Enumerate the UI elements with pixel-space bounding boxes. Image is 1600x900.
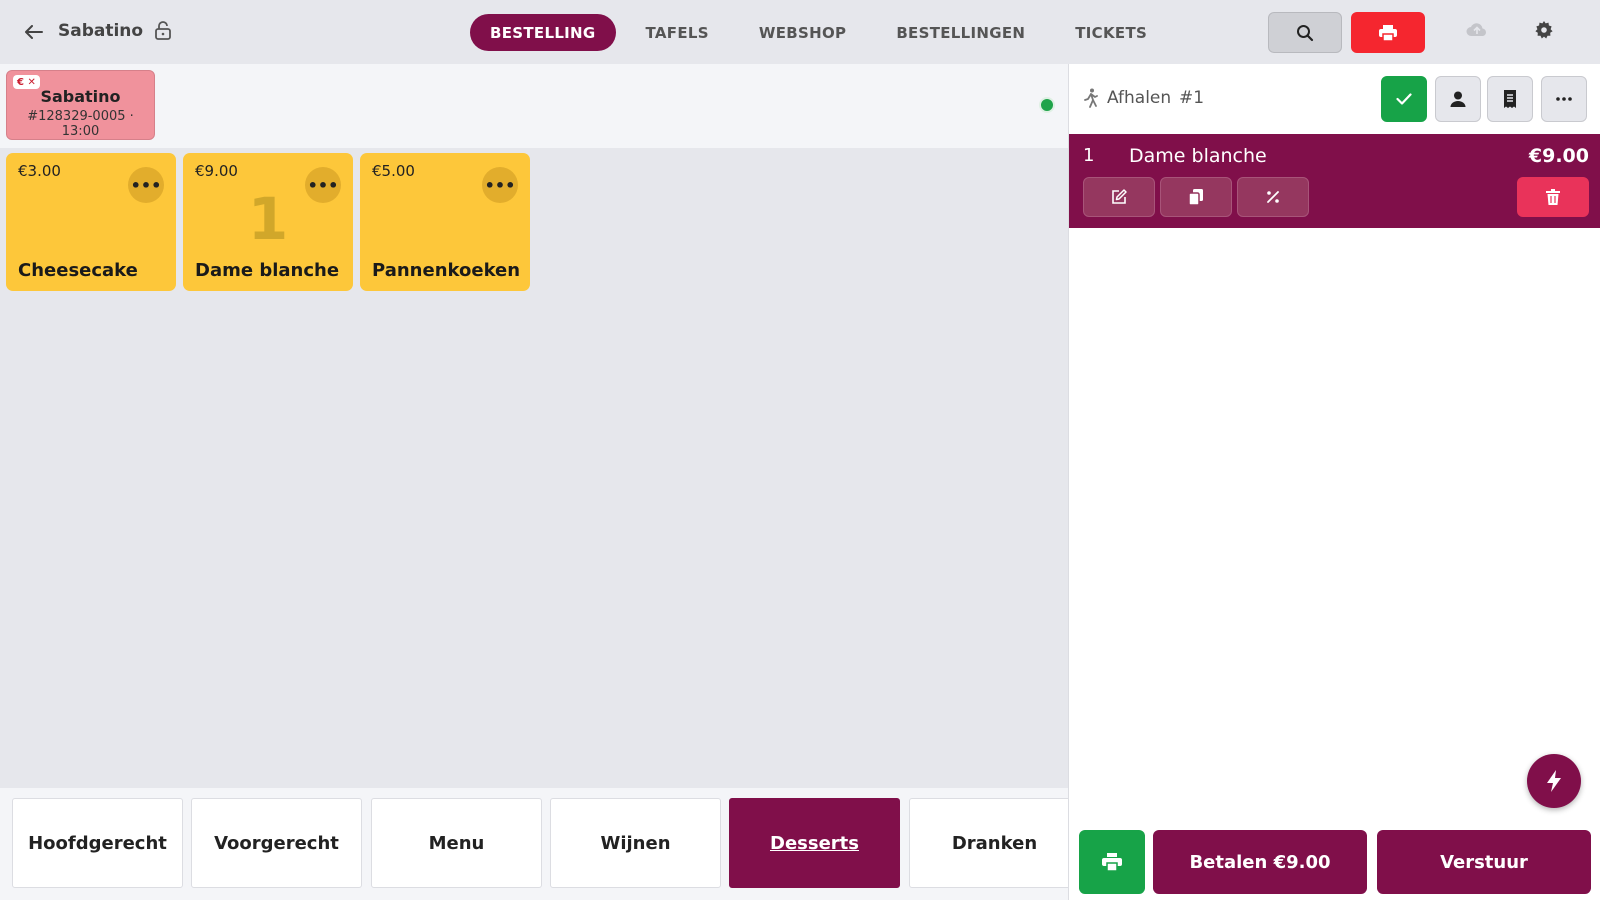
category-wijnen[interactable]: Wijnen: [550, 798, 721, 888]
more-dots-icon: [1556, 97, 1572, 101]
category-hoofdgerecht[interactable]: Hoofdgerecht: [12, 798, 183, 888]
product-name: Cheesecake: [18, 260, 138, 281]
tab-tafels[interactable]: TAFELS: [626, 14, 729, 51]
more-button[interactable]: [1541, 76, 1587, 122]
product-tile[interactable]: €9.00 ••• 1 Dame blanche: [183, 153, 353, 291]
send-button[interactable]: Verstuur: [1377, 830, 1591, 894]
order-card[interactable]: € ✕ Sabatino #128329-0005 · 13:00: [6, 70, 155, 140]
tab-bestelling[interactable]: BESTELLING: [470, 14, 616, 51]
product-grid: €3.00 ••• Cheesecake €9.00 ••• 1 Dame bl…: [0, 148, 1068, 788]
lock-icon[interactable]: [154, 21, 176, 43]
product-price: €5.00: [372, 162, 415, 180]
category-desserts[interactable]: Desserts: [729, 798, 900, 888]
customer-button[interactable]: [1435, 76, 1481, 122]
takeaway-walking-icon: [1083, 88, 1101, 110]
cloud-upload-icon[interactable]: [1466, 21, 1492, 43]
percent-icon: [1266, 190, 1280, 204]
main-nav: BESTELLING TAFELS WEBSHOP BESTELLINGEN T…: [470, 14, 1177, 51]
category-menu[interactable]: Menu: [371, 798, 542, 888]
edit-icon: [1111, 189, 1127, 205]
check-icon: [1396, 93, 1412, 105]
product-name: Pannenkoeken: [372, 260, 521, 281]
product-tile[interactable]: €3.00 ••• Cheesecake: [6, 153, 176, 291]
category-bar: Hoofdgerecht Voorgerecht Menu Wijnen Des…: [0, 788, 1068, 900]
receipt-icon: [1503, 90, 1517, 108]
order-number: #1: [1179, 88, 1205, 108]
order-line[interactable]: 1 Dame blanche €9.00: [1069, 134, 1600, 228]
order-card-name: Sabatino: [40, 87, 121, 106]
search-button[interactable]: [1268, 12, 1342, 53]
order-panel-header: Afhalen #1: [1069, 64, 1600, 134]
top-bar: Sabatino BESTELLING TAFELS WEBSHOP BESTE…: [0, 0, 1600, 64]
confirm-button[interactable]: [1381, 76, 1427, 122]
printer-icon: [1102, 853, 1122, 871]
order-type[interactable]: Afhalen: [1107, 88, 1171, 108]
user-icon: [1450, 91, 1466, 107]
tab-webshop[interactable]: WEBSHOP: [739, 14, 866, 51]
print-receipt-button[interactable]: [1079, 830, 1145, 894]
more-options-icon[interactable]: •••: [128, 167, 164, 203]
print-button[interactable]: [1351, 12, 1425, 53]
printer-icon: [1379, 24, 1397, 41]
category-voorgerecht[interactable]: Voorgerecht: [191, 798, 362, 888]
delete-line-button[interactable]: [1517, 177, 1589, 217]
online-status-dot: [1039, 97, 1055, 113]
copy-icon: [1189, 189, 1203, 205]
tab-tickets[interactable]: TICKETS: [1055, 14, 1167, 51]
lightning-icon: [1546, 770, 1562, 792]
gear-icon[interactable]: [1535, 21, 1557, 43]
discount-line-button[interactable]: [1237, 177, 1309, 217]
product-tile[interactable]: €5.00 ••• Pannenkoeken: [360, 153, 530, 291]
edit-line-button[interactable]: [1083, 177, 1155, 217]
line-price: €9.00: [1528, 145, 1589, 167]
order-card-meta: #128329-0005 · 13:00: [27, 109, 134, 139]
order-panel: Afhalen #1 1 Dame blanche €9.00 Betalen …: [1068, 64, 1600, 900]
open-orders-strip: € ✕ Sabatino #128329-0005 · 13:00: [0, 64, 1068, 148]
search-icon: [1296, 24, 1314, 42]
restaurant-title: Sabatino: [58, 21, 144, 41]
category-dranken[interactable]: Dranken: [909, 798, 1068, 888]
tab-bestellingen[interactable]: BESTELLINGEN: [876, 14, 1045, 51]
back-arrow-icon[interactable]: [22, 20, 46, 44]
more-options-icon[interactable]: •••: [482, 167, 518, 203]
quick-action-button[interactable]: [1527, 754, 1581, 808]
product-price: €9.00: [195, 162, 238, 180]
product-quantity: 1: [247, 185, 289, 253]
duplicate-line-button[interactable]: [1160, 177, 1232, 217]
product-price: €3.00: [18, 162, 61, 180]
pay-button[interactable]: Betalen €9.00: [1153, 830, 1367, 894]
product-name: Dame blanche: [195, 260, 340, 281]
trash-icon: [1546, 189, 1560, 205]
receipt-button[interactable]: [1487, 76, 1533, 122]
line-name: Dame blanche: [1129, 145, 1267, 167]
line-quantity: 1: [1083, 145, 1095, 166]
